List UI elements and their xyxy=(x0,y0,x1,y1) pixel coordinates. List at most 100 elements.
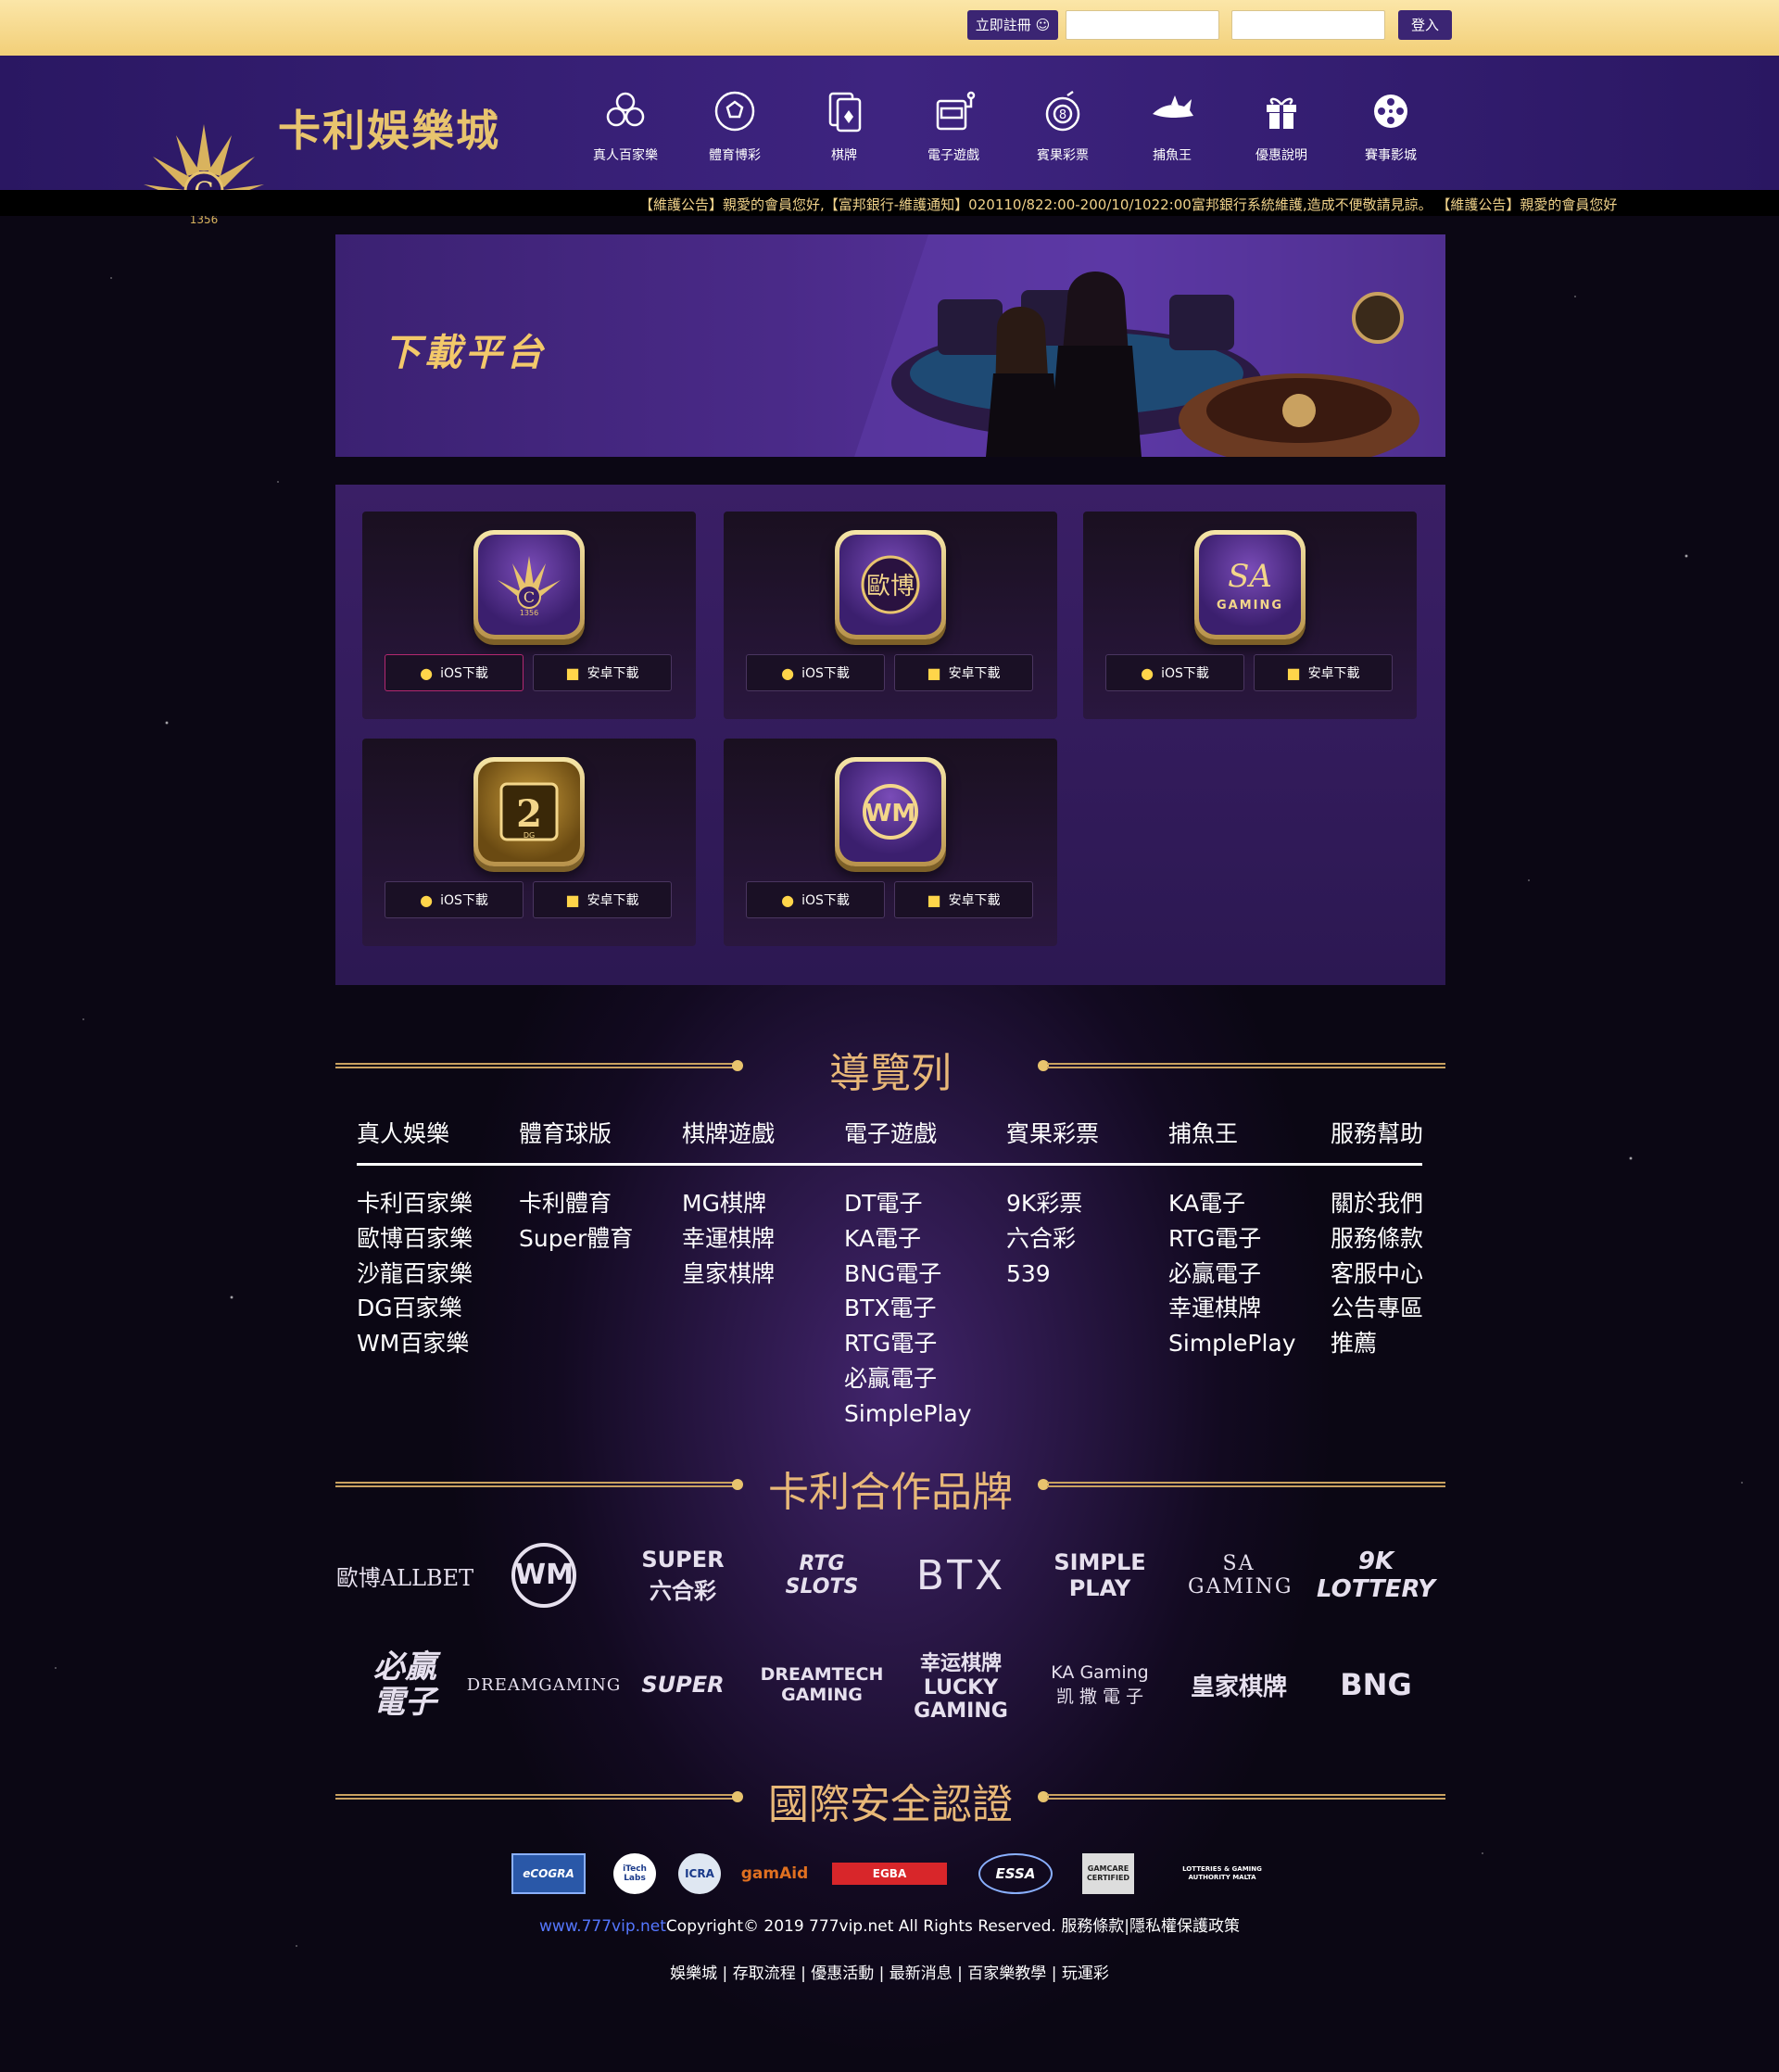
top-login-bar: 立即註冊 ☺ 登入 xyxy=(0,0,1779,56)
nav-item-cards[interactable]: 棋牌 xyxy=(793,88,895,164)
apple-icon: ● xyxy=(1141,663,1154,682)
divider-line-right xyxy=(1047,1482,1445,1487)
navcol-live: 真人娛樂 卡利百家樂 歐博百家樂 沙龍百家樂 DG百家樂 WM百家樂 xyxy=(357,1116,514,1357)
wm-logo-icon: WM xyxy=(863,784,918,840)
android-download-button[interactable]: ■ 安卓下載 xyxy=(533,881,672,918)
navcol-link[interactable]: BTX電子 xyxy=(844,1291,972,1326)
app-icon-dg[interactable]: 2 DG xyxy=(473,757,585,866)
footer-links[interactable]: 娛樂城 | 存取流程 | 優惠活動 | 最新消息 | 百家樂教學 | 玩運彩 xyxy=(0,1960,1779,1983)
nav-item-cinema[interactable]: 賽事影城 xyxy=(1340,88,1442,164)
navcol-head[interactable]: 賓果彩票 xyxy=(1006,1116,1164,1149)
app-card-sa-gaming: SA GAMING ● iOS下載 ■ 安卓下載 xyxy=(1083,512,1417,719)
app-icon-sa-gaming[interactable]: SA GAMING xyxy=(1194,530,1306,639)
navcol-link[interactable]: MG棋牌 xyxy=(682,1186,775,1221)
navcol-lottery: 賓果彩票 9K彩票 六合彩 539 xyxy=(1006,1116,1164,1287)
android-download-label: 安卓下載 xyxy=(948,666,1001,681)
copyright-line: www.777vip.netCopyright© 2019 777vip.net… xyxy=(0,1913,1779,1936)
navcol-link[interactable]: 9K彩票 xyxy=(1006,1186,1082,1221)
svg-text:2: 2 xyxy=(516,792,542,836)
app-card-wm: WM ● iOS下載 ■ 安卓下載 xyxy=(724,739,1057,946)
nav-label: 賓果彩票 xyxy=(1037,148,1089,163)
navcol-link[interactable]: 公告專區 xyxy=(1331,1291,1423,1326)
brand-ka-gaming-logo: KA Gaming 凯 撒 電 子 xyxy=(1051,1661,1149,1707)
logo-text[interactable]: 卡利娛樂城 xyxy=(278,97,500,158)
svg-text:GAMING: GAMING xyxy=(1217,599,1283,613)
nav-item-fishing[interactable]: 捕魚王 xyxy=(1121,88,1223,164)
navcol-link[interactable]: WM百家樂 xyxy=(357,1326,473,1361)
android-download-button[interactable]: ■ 安卓下載 xyxy=(894,881,1033,918)
nav-item-promotions[interactable]: 優惠說明 xyxy=(1230,88,1332,164)
navcol-link[interactable]: RTG電子 xyxy=(844,1326,972,1361)
nav-item-lottery[interactable]: 8 賓果彩票 xyxy=(1012,88,1114,164)
svg-text:WM: WM xyxy=(865,800,916,828)
navcol-link[interactable]: DG百家樂 xyxy=(357,1291,473,1326)
banner-title: 下載平台 xyxy=(384,332,547,374)
navcol-link[interactable]: 幸運棋牌 xyxy=(1168,1291,1296,1326)
navcol-link[interactable]: 歐博百家樂 xyxy=(357,1221,473,1257)
nav-item-slots[interactable]: 電子遊戲 xyxy=(902,88,1004,164)
ios-download-button[interactable]: ● iOS下載 xyxy=(385,881,524,918)
ios-download-button[interactable]: ● iOS下載 xyxy=(746,654,885,691)
android-download-button[interactable]: ■ 安卓下載 xyxy=(1254,654,1393,691)
divider-line-right xyxy=(1047,1063,1445,1068)
navcol-link[interactable]: 服務條款 xyxy=(1331,1221,1423,1257)
navcol-link[interactable]: 539 xyxy=(1006,1257,1082,1292)
navcol-head[interactable]: 電子遊戲 xyxy=(844,1116,1002,1149)
download-banner: 下載平台 xyxy=(335,234,1445,457)
navcol-link[interactable]: 幸運棋牌 xyxy=(682,1221,775,1257)
navcol-link[interactable]: 沙龍百家樂 xyxy=(357,1257,473,1292)
ios-download-button[interactable]: ● iOS下載 xyxy=(746,881,885,918)
nav-label: 優惠說明 xyxy=(1255,148,1307,163)
app-card-allbet: 歐博 ● iOS下載 ■ 安卓下載 xyxy=(724,512,1057,719)
navcol-link[interactable]: DT電子 xyxy=(844,1186,972,1221)
navcol-link[interactable]: 推薦 xyxy=(1331,1326,1423,1361)
navcol-link[interactable]: 必贏電子 xyxy=(1168,1257,1296,1292)
ios-download-button[interactable]: ● iOS下載 xyxy=(385,654,524,691)
app-icon-wm[interactable]: WM xyxy=(835,757,946,866)
navcol-link[interactable]: 皇家棋牌 xyxy=(682,1257,775,1292)
navcol-link[interactable]: SimplePlay xyxy=(844,1396,972,1432)
brand-bng-logo: BNG xyxy=(1340,1667,1412,1702)
password-input[interactable] xyxy=(1231,10,1385,40)
navcol-head[interactable]: 服務幫助 xyxy=(1331,1116,1488,1149)
navcol-link[interactable]: 六合彩 xyxy=(1006,1221,1082,1257)
navcol-link[interactable]: 卡利體育 xyxy=(519,1186,633,1221)
navcol-link[interactable]: 必贏電子 xyxy=(844,1361,972,1396)
navcol-link[interactable]: 卡利百家樂 xyxy=(357,1186,473,1221)
ios-download-label: iOS下載 xyxy=(801,893,850,908)
app-icon-1356[interactable]: C 1356 xyxy=(473,530,585,639)
ios-download-button[interactable]: ● iOS下載 xyxy=(1105,654,1244,691)
app-icon-allbet[interactable]: 歐博 xyxy=(835,530,946,639)
navcol-head[interactable]: 真人娛樂 xyxy=(357,1116,514,1149)
navcol-link[interactable]: SimplePlay xyxy=(1168,1326,1296,1361)
certification-logos: eCOGRA iTech Labs ICRA gamAid EGBA ESSA … xyxy=(511,1853,1271,1898)
android-download-button[interactable]: ■ 安卓下載 xyxy=(894,654,1033,691)
brand-wm-logo: WM xyxy=(474,1529,613,1622)
username-input[interactable] xyxy=(1066,10,1219,40)
brand-super-lottery-logo: SUPER 六合彩 xyxy=(641,1546,725,1604)
navcol-link[interactable]: 客服中心 xyxy=(1331,1257,1423,1292)
1356-logo-icon: C 1356 xyxy=(498,556,561,617)
navcol-head[interactable]: 捕魚王 xyxy=(1168,1116,1326,1149)
brand-dreamtech-logo: DREAMTECH GAMING xyxy=(760,1664,884,1705)
navcol-link[interactable]: Super體育 xyxy=(519,1221,633,1257)
register-button[interactable]: 立即註冊 ☺ xyxy=(967,10,1058,40)
navcol-link[interactable]: KA電子 xyxy=(1168,1186,1296,1221)
android-download-button[interactable]: ■ 安卓下載 xyxy=(533,654,672,691)
navcol-head[interactable]: 體育球版 xyxy=(519,1116,676,1149)
android-download-label: 安卓下載 xyxy=(587,666,639,681)
shark-icon xyxy=(1153,95,1193,118)
allbet-dragon-icon: 歐博 xyxy=(861,555,920,614)
navcol-link[interactable]: 關於我們 xyxy=(1331,1186,1423,1221)
register-label: 立即註冊 xyxy=(975,17,1031,33)
brands-title: 卡利合作品牌 xyxy=(768,1469,1013,1516)
navcol-link[interactable]: KA電子 xyxy=(844,1221,972,1257)
navcol-head[interactable]: 棋牌遊戲 xyxy=(682,1116,839,1149)
nav-item-live-baccarat[interactable]: 真人百家樂 xyxy=(574,88,676,164)
nav-item-sports[interactable]: 體育博彩 xyxy=(684,88,786,164)
cert-gamaid-logo: gamAid xyxy=(740,1864,809,1883)
navcol-link[interactable]: RTG電子 xyxy=(1168,1221,1296,1257)
navcol-link[interactable]: BNG電子 xyxy=(844,1257,972,1292)
login-button[interactable]: 登入 xyxy=(1398,10,1452,40)
site-link[interactable]: www.777vip.net xyxy=(539,1917,666,1936)
